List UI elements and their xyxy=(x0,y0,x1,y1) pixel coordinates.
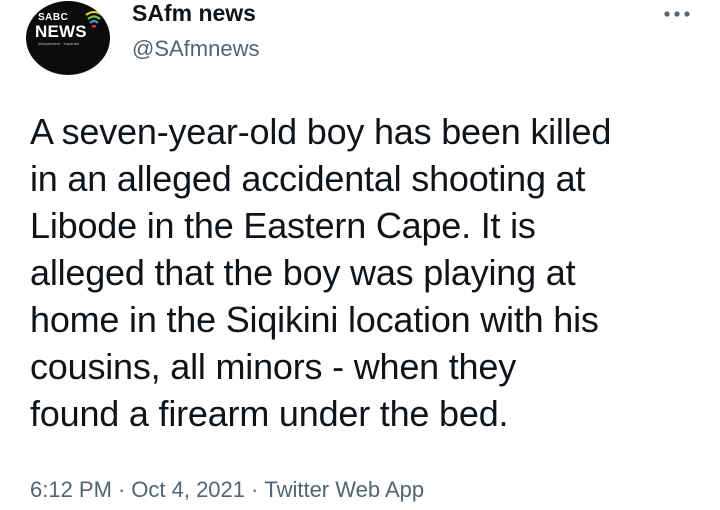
tweet-text-line: home in the Siqikini location with his xyxy=(30,299,599,340)
tweet-date[interactable]: Oct 4, 2021 xyxy=(131,477,245,502)
tweet-time[interactable]: 6:12 PM xyxy=(30,477,112,502)
tweet-text-line: alleged that the boy was playing at xyxy=(30,252,576,293)
sabc-logo-icon xyxy=(85,10,103,28)
tweet-meta: 6:12 PM · Oct 4, 2021 · Twitter Web App xyxy=(30,476,424,504)
tweet-text-line: found a firearm under the bed. xyxy=(30,393,509,434)
tweet-text-line: Libode in the Eastern Cape. It is xyxy=(30,205,536,246)
display-name[interactable]: SAfm news xyxy=(132,0,256,28)
user-handle[interactable]: @SAfmnews xyxy=(132,35,259,63)
meta-separator: · xyxy=(117,477,126,502)
meta-separator: · xyxy=(251,477,259,502)
avatar[interactable]: SABC NEWS independent · impartial xyxy=(26,1,110,75)
more-horizontal-icon[interactable] xyxy=(660,4,694,24)
avatar-tagline: independent · impartial xyxy=(38,41,79,46)
tweet-card: SABC NEWS independent · impartial SAfm n… xyxy=(0,0,720,510)
tweet-text-line: in an alleged accidental shooting at xyxy=(30,158,586,199)
tweet-text: A seven-year-old boy has been killed in … xyxy=(30,108,710,437)
tweet-source[interactable]: Twitter Web App xyxy=(264,477,424,502)
avatar-brand-main: NEWS xyxy=(35,22,87,41)
tweet-text-line: A seven-year-old boy has been killed xyxy=(30,111,612,152)
tweet-text-line: cousins, all minors - when they xyxy=(30,346,517,387)
